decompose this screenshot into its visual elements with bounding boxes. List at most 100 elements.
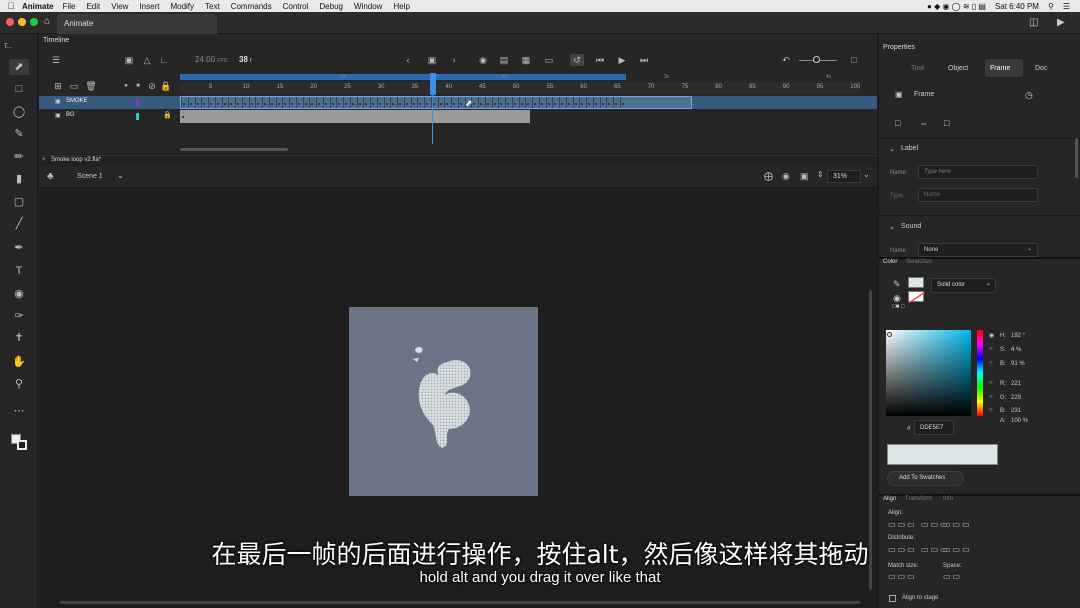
align-vertical-buttons[interactable]: ▭▭▭ — [943, 520, 972, 529]
tab-object[interactable]: Object — [948, 65, 968, 72]
frame-cell[interactable] — [606, 97, 608, 108]
align-to-stage-checkbox[interactable] — [889, 595, 896, 602]
text-tool-icon[interactable]: T — [9, 263, 29, 279]
modify-markers-icon[interactable]: ▭ — [542, 54, 556, 66]
frame-cell[interactable] — [444, 97, 446, 108]
align-buttons[interactable]: ▭▭▭ ▭▭▭ — [888, 520, 950, 529]
tab-swatches[interactable]: Swatches — [906, 259, 932, 265]
break-apart-icon[interactable]: □ — [944, 118, 949, 128]
frame-cell[interactable] — [275, 97, 277, 108]
search-icon[interactable]: ⚲ — [1048, 2, 1054, 11]
prev-keyframe-icon[interactable]: ‹ — [401, 54, 415, 66]
frame-cell[interactable] — [201, 97, 203, 108]
frame-cell[interactable] — [552, 97, 554, 108]
snap-icon[interactable]: ⨁ — [764, 171, 773, 182]
frame-cell[interactable] — [208, 97, 209, 108]
frame-cell[interactable] — [370, 97, 371, 108]
frame-cell[interactable] — [349, 97, 351, 108]
selection-tool-icon[interactable]: ⬈ — [9, 59, 29, 75]
clock[interactable]: Sat 6:40 PM — [995, 2, 1039, 11]
zoom-field[interactable]: 31% — [827, 170, 861, 183]
frame-cell[interactable] — [255, 97, 257, 108]
menu-edit[interactable]: Edit — [86, 2, 100, 11]
layer-row-bg[interactable]: ▣ BG 🔒 — [39, 110, 877, 123]
frame-cell[interactable] — [586, 97, 587, 108]
label-section-title[interactable]: Label — [901, 145, 918, 152]
eyedropper-icon[interactable]: ✑ — [9, 308, 29, 324]
menu-modify[interactable]: Modify — [170, 2, 194, 11]
test-movie-icon[interactable]: ▶ — [1057, 17, 1065, 28]
stage-scrollbar-h[interactable] — [60, 601, 860, 604]
tab-color[interactable]: Color — [883, 259, 897, 265]
radio-s[interactable]: ○ — [989, 346, 993, 352]
frame-ruler[interactable]: 5 10 15 20 25 30 35 40 45 50 55 60 65 70 75 80 85 90 95 100 — [180, 82, 860, 94]
lasso-tool-icon[interactable]: ◯ — [9, 104, 29, 120]
frame-cell[interactable] — [437, 97, 439, 108]
frame-cell[interactable] — [538, 97, 540, 108]
frame-cell[interactable] — [376, 97, 378, 108]
tab-info[interactable]: Info — [943, 496, 953, 502]
hand-tool-icon[interactable]: ✋ — [9, 354, 29, 370]
stroke-swatch[interactable] — [908, 291, 926, 304]
new-layer-icon[interactable]: ⊞ — [51, 80, 65, 92]
pencil-tool-icon[interactable]: ✎ — [9, 126, 29, 142]
radio-b[interactable]: ○ — [989, 360, 993, 366]
frame-cell[interactable] — [302, 97, 304, 108]
frame-cell[interactable] — [383, 97, 385, 108]
frame-cell[interactable] — [235, 97, 236, 108]
fill-type-select[interactable]: Solid color ⌄ — [931, 278, 996, 293]
more-tools-icon[interactable]: ⋯ — [9, 403, 29, 419]
frame-cell[interactable] — [187, 97, 189, 108]
scene-selector[interactable]: Scene 1 — [77, 173, 103, 180]
add-to-swatches-button[interactable]: Add To Swatches — [887, 471, 964, 486]
radio-r[interactable]: ○ — [989, 380, 993, 386]
current-frame[interactable]: 38 f — [239, 55, 252, 64]
menu-list-icon[interactable]: ☰ — [1063, 2, 1070, 11]
fill-swatch[interactable] — [908, 277, 924, 288]
brush-tool-icon[interactable]: ✏ — [9, 149, 29, 165]
menu-text[interactable]: Text — [205, 2, 220, 11]
sound-section-title[interactable]: Sound — [901, 223, 921, 230]
frame-cell[interactable] — [525, 97, 527, 108]
swap-icon[interactable]: ⇔ — [919, 118, 928, 128]
name-input[interactable]: Type here — [918, 165, 1038, 179]
frame-cell[interactable] — [498, 97, 500, 108]
close-window-button[interactable] — [6, 18, 14, 26]
frame-cell[interactable] — [282, 97, 284, 108]
onion-outline-icon[interactable]: ▤ — [497, 54, 511, 66]
convert-icon[interactable]: □ — [895, 118, 900, 128]
subselection-tool-icon[interactable]: □ — [9, 81, 29, 97]
bucket-icon[interactable]: ◉ — [893, 293, 901, 304]
smoke-frame-span[interactable] — [180, 96, 692, 109]
align-to-stage-label[interactable]: Align to stage — [902, 595, 938, 601]
app-tab[interactable]: Animate — [57, 14, 217, 34]
frame-cell[interactable] — [214, 97, 216, 108]
frame-cell[interactable] — [478, 97, 479, 108]
chevron-down-icon[interactable]: ⌄ — [889, 145, 895, 153]
frame-cell[interactable] — [390, 97, 392, 108]
minimize-window-button[interactable] — [18, 18, 26, 26]
frame-cell[interactable] — [484, 97, 486, 108]
menu-control[interactable]: Control — [283, 2, 309, 11]
frame-span-bar[interactable] — [180, 74, 626, 80]
frame-cell[interactable] — [417, 97, 419, 108]
frame-cell[interactable] — [424, 97, 425, 108]
onion-skin-icon[interactable]: ◉ — [476, 54, 490, 66]
menu-debug[interactable]: Debug — [319, 2, 343, 11]
stage-canvas[interactable] — [349, 307, 538, 496]
frame-cell[interactable] — [289, 97, 290, 108]
layers-icon[interactable]: ☰ — [49, 54, 63, 66]
play-icon[interactable]: ▶ — [615, 54, 629, 66]
frame-cell[interactable] — [592, 97, 594, 108]
frame-cell[interactable] — [410, 97, 412, 108]
frame-cell[interactable] — [262, 97, 263, 108]
center-stage-icon[interactable]: ◉ — [782, 171, 790, 182]
frame-cell[interactable] — [316, 97, 317, 108]
frame-cell[interactable] — [451, 97, 452, 108]
frame-cell[interactable] — [572, 97, 574, 108]
swap-colors-icon[interactable]: □■ □ — [892, 304, 905, 310]
graph-icon[interactable]: ∟ — [157, 54, 171, 66]
layer-color-smoke[interactable] — [136, 99, 139, 106]
bg-frame-span[interactable] — [180, 110, 530, 123]
tab-doc[interactable]: Doc — [1035, 65, 1047, 72]
